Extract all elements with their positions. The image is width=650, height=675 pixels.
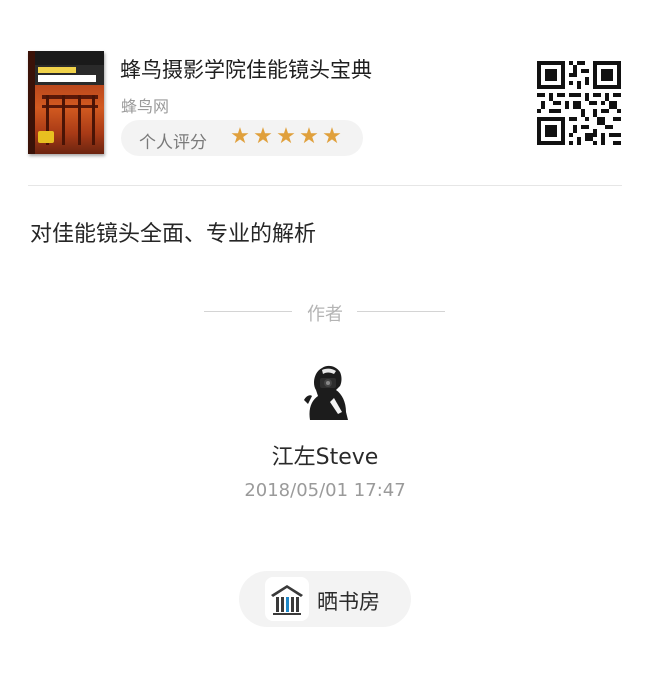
rating-label: 个人评分 bbox=[139, 133, 207, 153]
share-bookshelf-label: 晒书房 bbox=[317, 590, 380, 614]
star-icon: ★ bbox=[299, 124, 320, 149]
author-avatar[interactable] bbox=[296, 360, 354, 422]
review-text: 对佳能镜头全面、专业的解析 bbox=[30, 222, 317, 247]
book-cover-image[interactable] bbox=[28, 51, 104, 154]
rating-pill: 个人评分 ★ ★ ★ ★ ★ bbox=[121, 120, 363, 156]
qr-code-icon bbox=[537, 61, 621, 145]
star-icon: ★ bbox=[253, 124, 274, 149]
heading-divider-right bbox=[357, 311, 445, 312]
author-heading: 作者 bbox=[307, 304, 343, 325]
star-icon: ★ bbox=[276, 124, 297, 149]
post-date: 2018/05/01 17:47 bbox=[244, 480, 406, 501]
book-source: 蜂鸟网 bbox=[121, 97, 170, 116]
section-divider bbox=[28, 185, 622, 186]
star-icon: ★ bbox=[322, 124, 343, 149]
page: 蜂鸟摄影学院佳能镜头宝典 蜂鸟网 个人评分 ★ ★ ★ ★ ★ 对佳能镜头全面、… bbox=[0, 0, 650, 675]
heading-divider-left bbox=[204, 311, 292, 312]
author-name[interactable]: 江左Steve bbox=[0, 439, 650, 471]
share-bookshelf-button[interactable]: 晒书房 bbox=[239, 571, 411, 627]
rating-stars: ★ ★ ★ ★ ★ bbox=[229, 124, 344, 149]
bookshelf-icon bbox=[265, 577, 309, 621]
book-title[interactable]: 蜂鸟摄影学院佳能镜头宝典 bbox=[120, 54, 372, 84]
star-icon: ★ bbox=[230, 124, 251, 149]
